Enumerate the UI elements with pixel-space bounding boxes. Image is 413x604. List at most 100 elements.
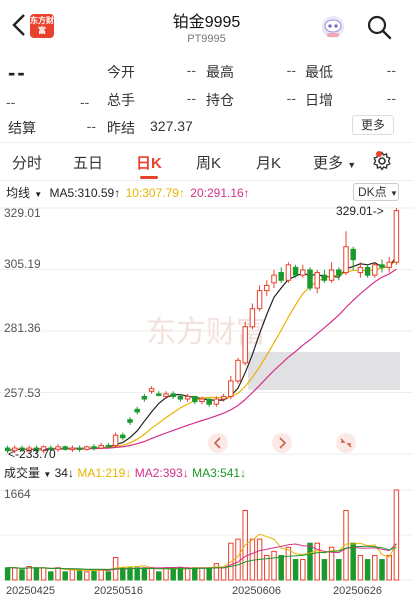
volume-bar — [235, 538, 241, 581]
candle-body — [228, 380, 234, 397]
high-value: -- — [286, 62, 296, 78]
volume-bar — [336, 559, 342, 581]
volume-bar — [12, 567, 18, 581]
low-label: 最低 — [305, 64, 333, 80]
last-price: -- — [8, 60, 27, 85]
candle-body — [242, 326, 248, 364]
volume-bar — [141, 567, 148, 581]
volume-label: 总手 — [107, 92, 135, 108]
volume-bar — [134, 567, 140, 581]
date-label-1: 20250516 — [94, 585, 143, 597]
dk-point-button[interactable]: DK点 ▼ — [353, 183, 399, 201]
candle-body — [163, 393, 169, 397]
candle-body — [156, 393, 162, 396]
pan-left-button[interactable] — [208, 433, 228, 453]
price-axis-label-2: 281.36 — [4, 321, 41, 335]
tab-five-day[interactable]: 五日 — [73, 152, 103, 173]
volume-bar — [148, 567, 155, 581]
max-price-marker: 329.01-> — [336, 204, 384, 218]
candle-body — [220, 395, 227, 400]
price-change: -- — [6, 94, 16, 110]
settings-gear-icon[interactable] — [372, 151, 392, 171]
volume-bar — [120, 567, 126, 581]
volume-bar — [62, 571, 68, 581]
tab-more-label: 更多 — [313, 155, 344, 172]
date-label-3: 20250626 — [333, 585, 382, 597]
volume-bar — [98, 569, 104, 581]
candle-body — [199, 398, 205, 403]
candle-body — [393, 210, 400, 263]
volume-bar — [156, 571, 162, 581]
settle-label: 结算 — [8, 120, 36, 136]
candle-body — [148, 388, 155, 392]
active-tab-indicator — [140, 176, 158, 179]
candle-body — [357, 266, 364, 274]
volume-axis-top: 1664 — [4, 487, 31, 501]
volume-bar — [170, 567, 176, 581]
collapse-button[interactable] — [336, 433, 356, 453]
volume-bar — [249, 538, 256, 581]
more-quote-button[interactable]: 更多 — [352, 115, 394, 135]
candle-body — [278, 272, 284, 281]
date-label-2: 20250606 — [232, 585, 281, 597]
search-icon[interactable] — [366, 14, 392, 40]
volume-bar — [307, 542, 313, 581]
tab-monthly-k[interactable]: 月K — [256, 152, 281, 173]
candle-body — [249, 308, 256, 328]
min-price-marker: <-233.70 — [8, 447, 56, 460]
volume-bar — [386, 554, 392, 581]
candle-body — [256, 290, 263, 310]
volume-bar — [199, 567, 205, 581]
volume-bar — [105, 571, 112, 581]
volume-bar — [19, 569, 25, 581]
volume-bar — [379, 559, 385, 581]
open-value: -- — [186, 62, 196, 78]
volume-bar — [55, 567, 61, 581]
volume-bar — [357, 554, 364, 581]
price-change-pct: -- — [80, 94, 90, 110]
prev-settle-label: 昨结 — [107, 120, 135, 136]
tab-weekly-k[interactable]: 周K — [196, 152, 221, 173]
volume-chart[interactable]: 1664 — [0, 482, 413, 582]
candle-body — [350, 248, 356, 261]
price-axis-label-0: 329.01 — [4, 206, 41, 220]
candle-body — [141, 395, 148, 400]
candle-body — [76, 447, 83, 451]
candle-body — [321, 274, 328, 281]
kline-chart[interactable]: 东方财富 329.01 305.19 281.36 257.53 329.01-… — [0, 202, 413, 460]
tab-more[interactable]: 更多 ▼ — [313, 152, 356, 173]
volume-bar — [271, 550, 277, 581]
candle-body — [184, 395, 191, 400]
candle-body — [112, 434, 119, 446]
volume-bar — [321, 559, 328, 581]
ma-mode-selector[interactable]: 均线 ▼ — [6, 186, 44, 200]
volume-bar — [220, 567, 227, 581]
candle-body — [84, 446, 90, 450]
candle-body — [285, 264, 292, 281]
volume-label: 成交量 — [4, 466, 41, 480]
candle-body — [127, 419, 133, 423]
candle-body — [300, 269, 306, 276]
pan-right-button[interactable] — [272, 433, 292, 453]
candle-body — [343, 246, 349, 274]
candle-body — [328, 269, 335, 281]
volume-bar — [69, 569, 76, 581]
volume-legend: 成交量 ▼ 34↓ MA1:219↓ MA2:393↓ MA3:541↓ — [4, 466, 247, 480]
candle-body — [264, 284, 270, 292]
volume-bar — [350, 542, 356, 581]
tab-daily-k[interactable]: 日K — [136, 152, 162, 173]
candle-body — [177, 395, 184, 400]
low-value: -- — [386, 62, 396, 78]
volume-bar — [192, 567, 198, 581]
candle-body — [372, 264, 378, 276]
volume-bar — [213, 563, 220, 581]
tab-intraday[interactable]: 分时 — [12, 152, 42, 173]
candle-body — [235, 359, 241, 382]
volume-bar — [91, 569, 97, 581]
volume-bar — [278, 554, 284, 581]
candle-body — [105, 444, 112, 448]
volume-bar — [76, 569, 83, 581]
candle-body — [213, 398, 220, 405]
volume-ma3: MA3:541↓ — [192, 466, 247, 480]
assistant-robot-icon[interactable] — [320, 14, 346, 40]
